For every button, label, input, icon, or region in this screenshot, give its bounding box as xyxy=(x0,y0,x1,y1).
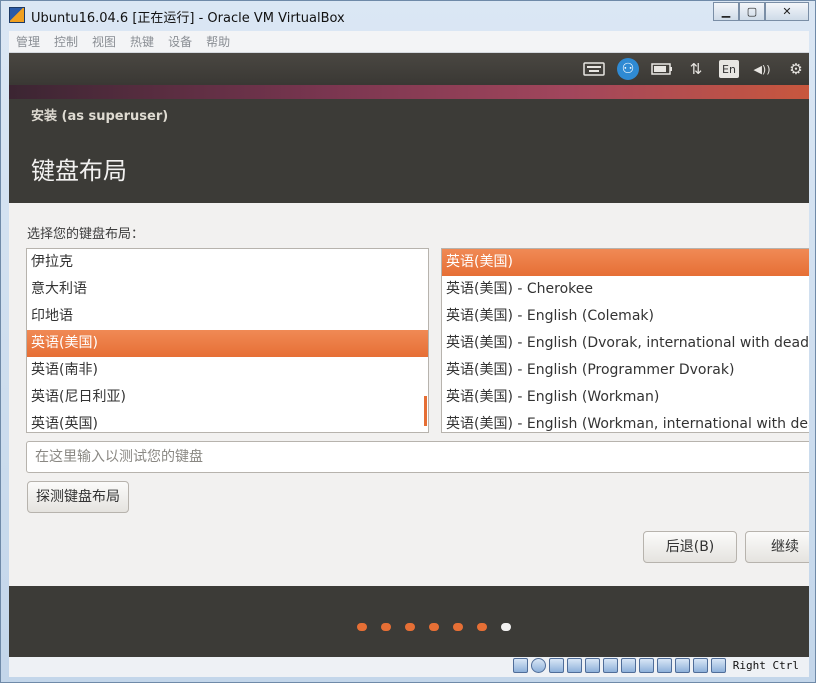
menu-control[interactable]: 控制 xyxy=(47,33,85,50)
shared-folder-icon[interactable] xyxy=(602,658,618,673)
keyboard-icon[interactable] xyxy=(583,58,605,80)
menu-bar: 管理 控制 视图 热键 设备 帮助 xyxy=(9,31,809,53)
vm-screen[interactable]: ⚇ ⇅ En ◀)) ⚙ 安装 (as superuser) 键盘布局 选择您的… xyxy=(9,53,809,657)
installer-window: 安装 (as superuser) 键盘布局 选择您的键盘布局： 伊拉克 意大利… xyxy=(9,99,809,657)
layout-item[interactable]: 英语(尼日利亚) xyxy=(27,384,428,411)
layout-item-selected[interactable]: 英语(美国) xyxy=(27,330,428,357)
layout-item[interactable]: 意大利语 xyxy=(27,276,428,303)
layout-list-scrollbar[interactable] xyxy=(424,396,427,426)
virtualbox-app-icon xyxy=(9,7,25,23)
gear-icon[interactable]: ⚙ xyxy=(785,58,807,80)
host-key-label: Right Ctrl xyxy=(732,659,799,672)
layout-list[interactable]: 伊拉克 意大利语 印地语 英语(美国) 英语(南非) 英语(尼日利亚) 英语(英… xyxy=(26,248,429,433)
video-capture-icon[interactable] xyxy=(638,658,654,673)
progress-dot-current xyxy=(501,623,511,631)
status-icons: Right Ctrl xyxy=(512,658,799,673)
cpu-icon[interactable] xyxy=(656,658,672,673)
variant-item[interactable]: 英语(美国) - Cherokee xyxy=(442,276,809,303)
ubuntu-top-panel: ⚇ ⇅ En ◀)) ⚙ xyxy=(9,53,809,85)
vbox-status-bar: Right Ctrl xyxy=(9,657,809,677)
keyboard-language-indicator[interactable]: En xyxy=(719,60,739,78)
page-title: 键盘布局 xyxy=(31,157,127,185)
layout-prompt: 选择您的键盘布局： xyxy=(27,227,145,242)
variant-item[interactable]: 英语(美国) - English (Programmer Dvorak) xyxy=(442,357,809,384)
accessibility-icon[interactable]: ⚇ xyxy=(617,58,639,80)
volume-icon[interactable]: ◀)) xyxy=(751,58,773,80)
audio-icon[interactable] xyxy=(548,658,564,673)
variant-item-selected[interactable]: 英语(美国) xyxy=(442,249,809,276)
progress-dot xyxy=(405,623,415,631)
menu-view[interactable]: 视图 xyxy=(85,33,123,50)
menu-devices[interactable]: 设备 xyxy=(161,33,199,50)
layout-item[interactable]: 英语(南非) xyxy=(27,357,428,384)
menu-manage[interactable]: 管理 xyxy=(9,33,47,50)
panel-indicators: ⚇ ⇅ En ◀)) ⚙ xyxy=(583,56,807,82)
virtualization-icon[interactable] xyxy=(674,658,690,673)
window-title: Ubuntu16.04.6 [正在运行] - Oracle VM Virtual… xyxy=(31,11,345,26)
variant-item[interactable]: 英语(美国) - English (Colemak) xyxy=(442,303,809,330)
layout-item[interactable]: 印地语 xyxy=(27,303,428,330)
menu-help[interactable]: 帮助 xyxy=(199,33,237,50)
layout-item[interactable]: 伊拉克 xyxy=(27,249,428,276)
desktop-background xyxy=(9,85,809,99)
progress-dots xyxy=(357,623,511,631)
detect-layout-button[interactable]: 探测键盘布局 xyxy=(27,481,129,513)
progress-dot xyxy=(429,623,439,631)
variant-list[interactable]: 英语(美国) 英语(美国) - Cherokee 英语(美国) - Englis… xyxy=(441,248,809,433)
usb-icon[interactable] xyxy=(584,658,600,673)
menu-hotkeys[interactable]: 热键 xyxy=(123,33,161,50)
keyboard-test-input[interactable]: 在这里输入以测试您的键盘 xyxy=(26,441,809,473)
optical-drive-icon[interactable] xyxy=(530,658,546,673)
hard-disk-icon[interactable] xyxy=(512,658,528,673)
window-controls: ▁ ▢ ✕ xyxy=(713,2,809,22)
progress-dot xyxy=(357,623,367,631)
progress-dot xyxy=(381,623,391,631)
virtualbox-window: Ubuntu16.04.6 [正在运行] - Oracle VM Virtual… xyxy=(0,0,816,683)
back-button[interactable]: 后退(B) xyxy=(643,531,737,563)
variant-item[interactable]: 英语(美国) - English (Workman) xyxy=(442,384,809,411)
battery-icon[interactable] xyxy=(651,58,673,80)
display-icon[interactable] xyxy=(620,658,636,673)
network-adapter-icon[interactable] xyxy=(566,658,582,673)
close-button[interactable]: ✕ xyxy=(765,2,809,21)
title-bar[interactable]: Ubuntu16.04.6 [正在运行] - Oracle VM Virtual… xyxy=(1,1,815,31)
keyboard-capture-icon[interactable] xyxy=(710,658,726,673)
continue-button[interactable]: 继续 xyxy=(745,531,809,563)
installer-body: 选择您的键盘布局： 伊拉克 意大利语 印地语 英语(美国) 英语(南非) 英语(… xyxy=(9,203,809,586)
variant-item[interactable]: 英语(美国) - English (Dvorak, international … xyxy=(442,330,809,357)
progress-dot xyxy=(477,623,487,631)
variant-item[interactable]: 英语(美国) - English (Workman, international… xyxy=(442,411,809,432)
maximize-button[interactable]: ▢ xyxy=(739,2,765,21)
mouse-integration-icon[interactable] xyxy=(692,658,708,673)
progress-dot xyxy=(453,623,463,631)
network-icon[interactable]: ⇅ xyxy=(685,58,707,80)
minimize-button[interactable]: ▁ xyxy=(713,2,739,21)
installer-title: 安装 (as superuser) xyxy=(31,109,169,124)
layout-item[interactable]: 英语(英国) xyxy=(27,411,428,432)
